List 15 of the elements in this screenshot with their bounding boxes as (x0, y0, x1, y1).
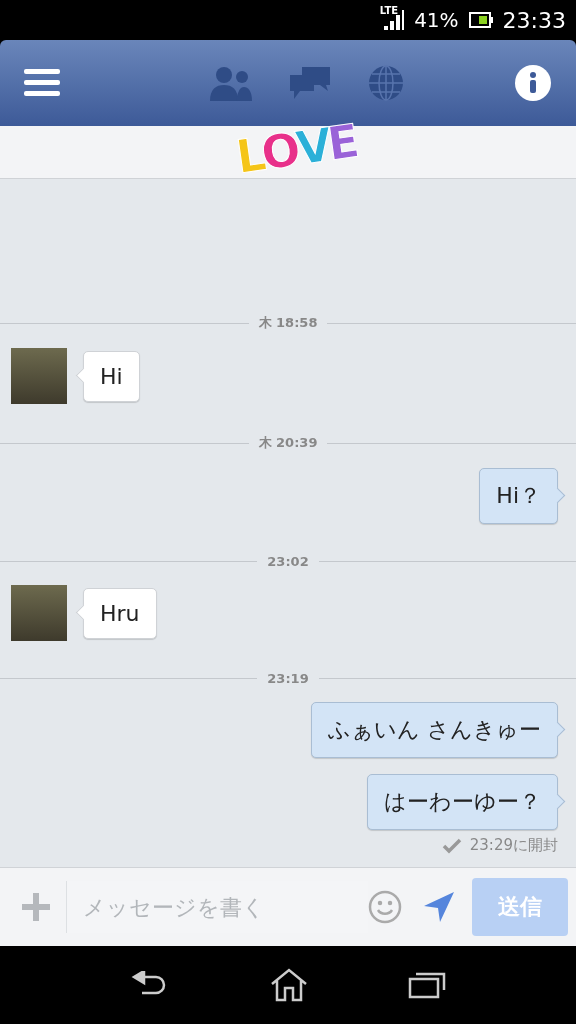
message-text: ふぁいん さんきゅー (328, 717, 541, 742)
date-divider: 木 18:58 (258, 314, 318, 332)
message-text: はーわーゆー？ (384, 789, 541, 814)
love-lettering: LOVE (233, 117, 359, 181)
date-divider: 23:02 (267, 554, 309, 569)
date-divider: 23:19 (267, 671, 309, 686)
clock: 23:33 (502, 7, 566, 33)
date-divider: 木 20:39 (258, 434, 318, 452)
network-type: LTE (379, 5, 399, 16)
message-text: Hi？ (496, 483, 541, 508)
message-text: Hru (100, 600, 140, 626)
read-receipt: 23:29に開封 (469, 836, 558, 855)
message-text: Hi (100, 363, 123, 389)
message-input-field[interactable]: メッセージを書く (83, 887, 368, 927)
battery-percent: 41% (414, 8, 459, 32)
